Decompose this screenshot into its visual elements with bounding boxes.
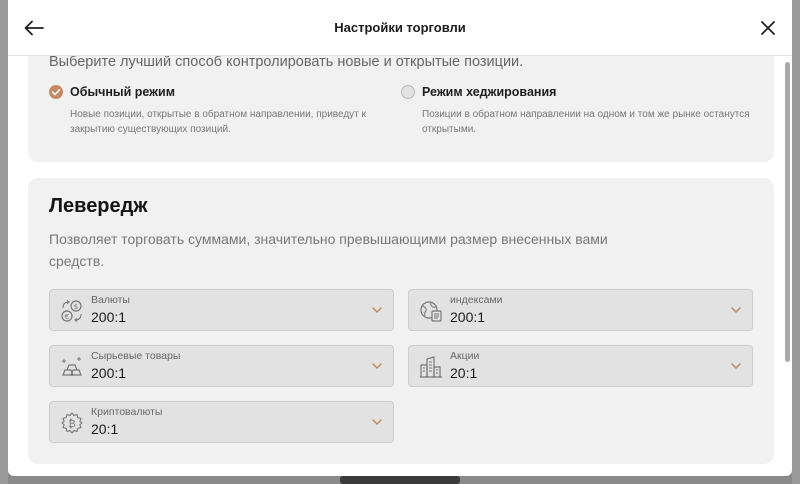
field-value: 200:1	[91, 365, 127, 381]
field-value: 20:1	[450, 365, 478, 381]
svg-text:₿: ₿	[68, 418, 75, 430]
field-label: Сырьевые товары	[91, 350, 181, 362]
field-value: 20:1	[91, 421, 119, 437]
backdrop-right-edge	[792, 0, 800, 484]
chevron-down-icon	[731, 307, 741, 313]
field-label: Криптовалюты	[91, 406, 163, 418]
field-value: 200:1	[450, 309, 486, 325]
currency-exchange-icon: $ €	[61, 300, 82, 322]
radio-unchecked-icon[interactable]	[401, 85, 415, 99]
chevron-down-icon	[372, 363, 382, 369]
leverage-title: Левередж	[49, 195, 148, 217]
modal-body[interactable]: Выберите лучший способ контролировать но…	[8, 56, 792, 476]
leverage-description: Позволяет торговать суммами, значительно…	[49, 231, 608, 269]
modal-title: Настройки торговли	[334, 20, 466, 35]
leverage-select-currencies[interactable]: $ € Валюты 200:1	[49, 289, 394, 331]
chevron-down-icon	[372, 419, 382, 425]
radio-checked-icon[interactable]	[49, 85, 63, 99]
hedging-mode-label: Режим хеджирования	[422, 85, 557, 99]
field-value: 200:1	[91, 309, 127, 325]
backdrop-bottom-element	[340, 476, 460, 484]
close-icon	[761, 21, 775, 35]
position-mode-card: Выберите лучший способ контролировать но…	[28, 56, 774, 162]
modal-header: Настройки торговли	[8, 0, 792, 56]
leverage-select-indices[interactable]: индексами 200:1	[408, 289, 753, 331]
close-button[interactable]	[754, 14, 782, 42]
leverage-select-stocks[interactable]: Акции 20:1	[408, 345, 753, 387]
normal-mode-description: Новые позиции, открытые в обратном напра…	[70, 109, 366, 135]
hedging-mode-description: Позиции в обратном направлении на одном …	[422, 109, 750, 135]
buildings-icon	[420, 356, 442, 378]
position-mode-description: Выберите лучший способ контролировать но…	[49, 56, 524, 70]
field-label: Акции	[450, 350, 480, 362]
normal-mode-label: Обычный режим	[70, 85, 175, 99]
bitcoin-icon: ₿	[61, 412, 83, 434]
svg-text:€: €	[65, 313, 69, 321]
backdrop-left-edge	[0, 0, 8, 484]
field-label: Валюты	[91, 294, 130, 306]
gold-bars-icon	[62, 357, 82, 376]
trading-settings-modal: Настройки торговли Выберите лучший спосо…	[8, 0, 792, 476]
svg-text:$: $	[74, 303, 78, 311]
chevron-down-icon	[731, 363, 741, 369]
leverage-select-commodities[interactable]: Сырьевые товары 200:1	[49, 345, 394, 387]
field-label: индексами	[450, 294, 503, 306]
chevron-down-icon	[372, 307, 382, 313]
globe-document-icon	[420, 301, 442, 322]
scrollbar-thumb[interactable]	[785, 62, 790, 362]
leverage-card: Левередж Позволяет торговать суммами, зн…	[28, 178, 774, 464]
leverage-select-crypto[interactable]: ₿ Криптовалюты 20:1	[49, 401, 394, 443]
